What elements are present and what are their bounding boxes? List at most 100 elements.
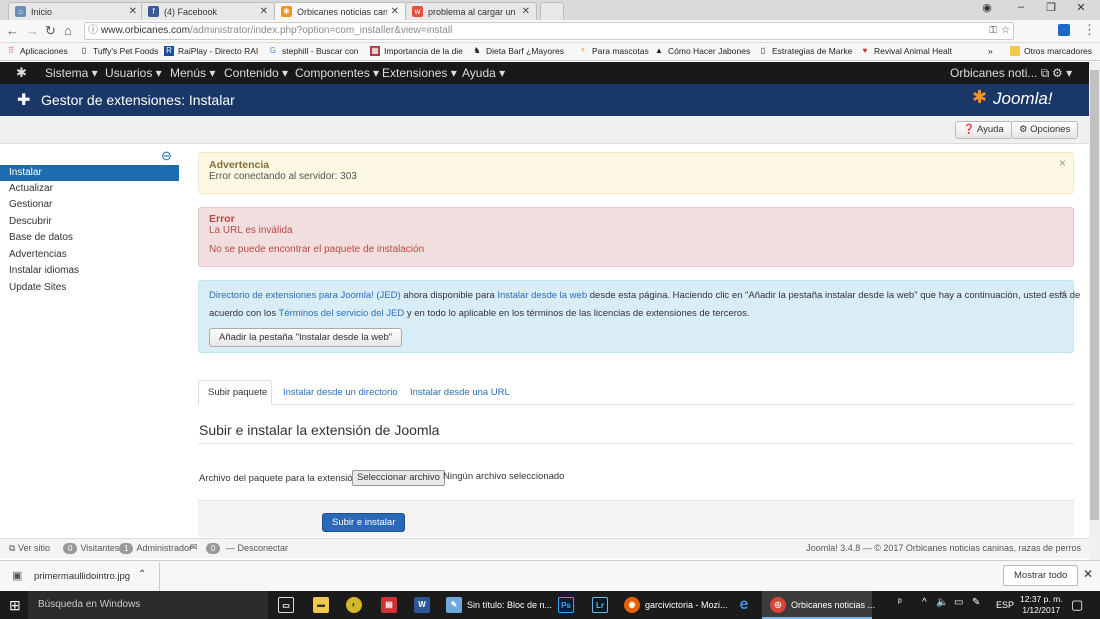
edge-icon[interactable]: e xyxy=(736,597,757,613)
browser-tab-problema[interactable]: w problema al cargar un m ✕ xyxy=(405,2,537,20)
people-icon[interactable]: ᵖ xyxy=(898,597,902,608)
url-input[interactable]: ⓘ www.orbicanes.com/administrator/index.… xyxy=(84,22,1014,40)
close-icon[interactable]: ✕ xyxy=(260,6,268,17)
sidebar-item-base-de-datos[interactable]: Base de datos xyxy=(0,230,179,246)
new-tab-button[interactable] xyxy=(540,2,564,20)
word-icon[interactable]: W xyxy=(414,597,435,613)
site-name-link[interactable]: Orbicanes noti... ⧉ xyxy=(950,66,1049,81)
volume-icon[interactable]: 🔈 xyxy=(936,597,948,608)
network-icon[interactable]: ▭ xyxy=(954,597,963,608)
tab-instalar-url[interactable]: Instalar desde una URL xyxy=(410,387,510,398)
close-icon[interactable]: ✕ xyxy=(522,6,530,17)
collapse-sidebar-icon[interactable]: ⊖ xyxy=(161,148,172,164)
menu-contenido[interactable]: Contenido ▾ xyxy=(224,66,288,80)
sidebar-item-descubrir[interactable]: Descubrir xyxy=(0,214,179,230)
bookmark-item[interactable]: R RaiPlay - Directo RAI xyxy=(164,46,258,56)
joomla-logo-icon[interactable]: ✱ xyxy=(16,65,27,81)
select-file-button[interactable]: Seleccionar archivo xyxy=(352,470,445,486)
joomla-favicon-icon: ✱ xyxy=(281,6,292,17)
sidebar-item-gestionar[interactable]: Gestionar xyxy=(0,197,179,213)
taskbar-app-notepad[interactable]: ✎ Sin título: Bloc de n... xyxy=(446,597,552,613)
jed-tos-link[interactable]: Términos del servicio del JED xyxy=(279,308,405,319)
bookmark-item[interactable]: ᵖ Para mascotas xyxy=(578,46,648,56)
bookmark-item[interactable]: ▦ Importancia de la die xyxy=(370,46,463,56)
download-item[interactable]: ▣ primermaullidointro.jpg ⌃ xyxy=(0,562,160,591)
close-icon[interactable]: ✕ xyxy=(129,6,137,17)
file-explorer-icon[interactable]: ▬ xyxy=(313,597,334,613)
info-icon[interactable]: ⓘ xyxy=(88,23,98,39)
home-icon[interactable]: ⌂ xyxy=(64,23,72,38)
notifications-icon[interactable]: ▢ xyxy=(1071,597,1083,613)
page-scrollbar[interactable] xyxy=(1089,62,1100,560)
photoshop-icon[interactable]: Ps xyxy=(558,597,579,613)
bookmark-item[interactable]: Gstephill - Buscar con xyxy=(268,46,359,56)
menu-kebab-icon[interactable]: ⋮ xyxy=(1083,22,1096,38)
sidebar-item-actualizar[interactable]: Actualizar xyxy=(0,181,179,197)
menu-ayuda[interactable]: Ayuda ▾ xyxy=(462,66,505,80)
taskbar-search[interactable]: Búsqueda en Windows xyxy=(28,591,268,619)
taskbar-clock[interactable]: 12:37 p. m. 1/12/2017 xyxy=(1020,594,1063,616)
show-all-downloads-button[interactable]: Mostrar todo xyxy=(1003,565,1079,586)
windows-start-icon[interactable]: ⊞ xyxy=(9,597,21,614)
menu-componentes[interactable]: Componentes ▾ xyxy=(295,66,379,80)
tabs-divider xyxy=(198,404,1074,405)
close-icon[interactable]: ✕ xyxy=(1083,567,1093,581)
restore-icon[interactable]: ❐ xyxy=(1036,1,1066,14)
pen-icon[interactable]: ✎ xyxy=(972,597,980,608)
bookmark-item[interactable]: ▯ Tuffy's Pet Foods xyxy=(79,46,159,56)
envelope-icon[interactable]: ✉ xyxy=(190,542,198,553)
star-icon[interactable]: ☆ xyxy=(1001,23,1010,39)
add-web-install-tab-button[interactable]: Añadir la pestaña "Instalar desde la web… xyxy=(209,328,403,347)
browser-tab-inicio[interactable]: ⌂ Inicio ✕ xyxy=(8,2,144,20)
tab-subir-paquete[interactable]: Subir paquete xyxy=(208,387,267,398)
user-settings-gear-icon[interactable]: ⚙ ▾ xyxy=(1052,66,1072,80)
menu-extensiones[interactable]: Extensiones ▾ xyxy=(382,66,457,80)
menu-usuarios[interactable]: Usuarios ▾ xyxy=(105,66,162,80)
extension-icon[interactable] xyxy=(1058,24,1070,36)
bookmark-apps[interactable]: ⠿ Aplicaciones xyxy=(6,46,68,56)
menu-sistema[interactable]: Sistema ▾ xyxy=(45,66,98,80)
sidebar-item-advertencias[interactable]: Advertencias xyxy=(0,247,179,263)
browser-tab-orbicanes[interactable]: ✱ Orbicanes noticias canin ✕ xyxy=(274,2,406,20)
reload-icon[interactable]: ↻ xyxy=(45,23,56,39)
tab-instalar-directorio[interactable]: Instalar desde un directorio xyxy=(283,387,398,398)
minimize-icon[interactable]: – xyxy=(1006,1,1036,13)
upload-install-button[interactable]: Subir e instalar xyxy=(322,513,406,532)
view-site-link[interactable]: ⧉ Ver sitio xyxy=(9,543,50,554)
forward-icon[interactable]: → xyxy=(26,23,39,38)
taskbar-app-firefox[interactable]: ◉ garcivictoria - Mozi... xyxy=(624,597,728,613)
logout-link[interactable]: — Desconectar xyxy=(226,543,288,553)
sidebar-item-update-sites[interactable]: Update Sites xyxy=(0,280,179,296)
bookmarks-overflow-button[interactable]: » xyxy=(988,46,993,56)
taskbar-app-chrome[interactable]: ◎ Orbicanes noticias ... xyxy=(770,597,875,613)
chevron-up-icon[interactable]: ⌃ xyxy=(138,569,146,580)
bookmark-item[interactable]: ♥ Revival Animal Healt xyxy=(860,46,952,56)
visitors-label: Visitantes xyxy=(80,543,120,553)
task-view-icon[interactable]: ▭ xyxy=(278,597,299,613)
help-button[interactable]: ❓ Ayuda xyxy=(955,121,1012,139)
bookmark-item[interactable]: ▲ Cómo Hacer Jabones xyxy=(654,46,750,56)
close-icon[interactable]: ✕ xyxy=(391,6,399,17)
sidebar-item-instalar-idiomas[interactable]: Instalar idiomas xyxy=(0,263,179,279)
tray-chevron-icon[interactable]: ^ xyxy=(922,597,927,608)
bookmark-other[interactable]: Otros marcadores xyxy=(1010,46,1092,56)
language-indicator[interactable]: ESP xyxy=(996,600,1014,610)
bookmark-item[interactable]: ♞ Dieta Barf ¿Mayores xyxy=(472,46,564,56)
scrollbar-thumb[interactable] xyxy=(1090,70,1099,520)
options-button[interactable]: ⚙ Opciones xyxy=(1011,121,1079,139)
key-icon[interactable]: ⚿ xyxy=(989,23,997,39)
browser-tab-facebook[interactable]: f (4) Facebook ✕ xyxy=(141,2,275,20)
bookmark-item[interactable]: ▯ Estrategias de Marke xyxy=(758,46,853,56)
store-icon[interactable]: ▤ xyxy=(381,597,402,613)
sidebar-item-instalar[interactable]: Instalar xyxy=(0,165,179,181)
back-icon[interactable]: ← xyxy=(6,23,19,38)
warning-text: Error conectando al servidor: 303 xyxy=(209,171,357,182)
user-profile-icon[interactable]: ◉ xyxy=(972,1,1002,14)
close-icon[interactable]: × xyxy=(1059,156,1066,170)
install-from-web-link[interactable]: Instalar desde la web xyxy=(497,290,587,301)
jed-link[interactable]: Directorio de extensiones para Joomla! (… xyxy=(209,290,401,301)
window-close-icon[interactable]: ✕ xyxy=(1066,1,1096,14)
menu-menus[interactable]: Menús ▾ xyxy=(170,66,215,80)
lightroom-icon[interactable]: Lr xyxy=(592,597,613,613)
chrome-canary-icon[interactable]: ◐ xyxy=(346,597,367,613)
